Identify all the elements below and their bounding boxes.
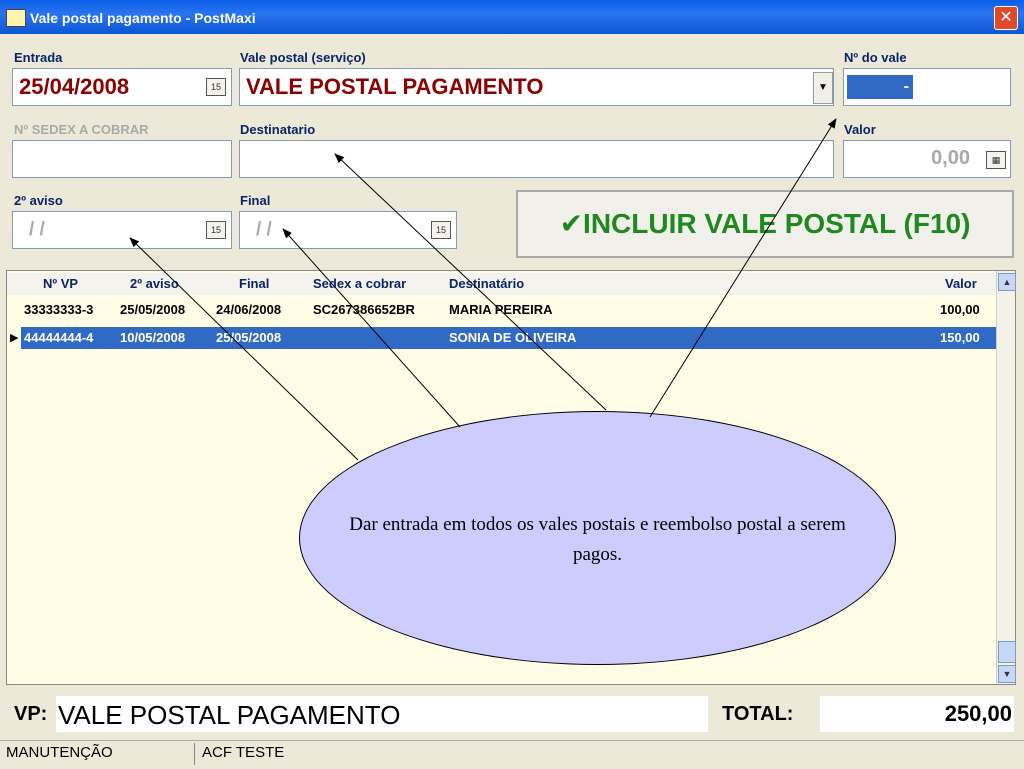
arrow-to-valor [649, 118, 837, 418]
callout-arrows [129, 118, 837, 461]
arrow-to-final [282, 228, 461, 428]
arrow-to-destinatario [334, 153, 607, 411]
arrow-to-segundo-aviso [129, 237, 359, 461]
